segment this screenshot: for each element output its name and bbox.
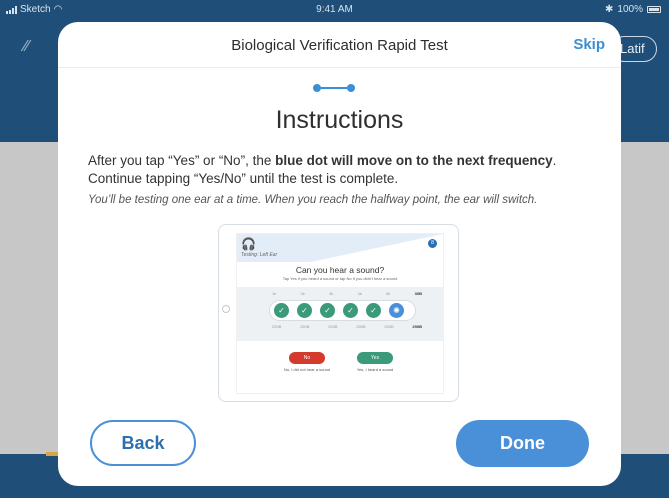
freq-label: 4k <box>357 291 362 296</box>
instruction-note: You’ll be testing one ear at a time. Whe… <box>88 194 538 206</box>
count-badge: 8 <box>428 239 437 248</box>
illustration-subtext: Tap Yes if you heard a sound or tap No i… <box>282 276 398 281</box>
freq-label-active: 250B <box>412 324 422 329</box>
profile-label: Latif <box>620 41 645 56</box>
modal-title: Biological Verification Rapid Test <box>231 37 448 54</box>
illustration-screen: 🎧 Testing: Left Ear 8 Can you hear a sou… <box>236 233 444 394</box>
modal-header: Biological Verification Rapid Test Skip <box>58 22 621 68</box>
bluetooth-icon: ✱ <box>605 4 614 15</box>
illustration-yes-button: Yes <box>357 352 393 364</box>
step-dot <box>347 84 355 92</box>
check-icon: ✓ <box>343 303 358 318</box>
battery-group: ✱ 100% <box>605 4 661 15</box>
freq-label: 250B <box>272 324 282 329</box>
headphones-icon: 🎧 <box>241 237 256 251</box>
instruction-emphasis: blue dot will move on to the next freque… <box>275 153 553 168</box>
status-time: 9:41 AM <box>316 4 353 15</box>
step-dot <box>313 84 321 92</box>
no-caption: No, I did not hear a sound <box>283 367 331 372</box>
instructions-modal: Biological Verification Rapid Test Skip … <box>58 22 621 486</box>
check-icon: ✓ <box>297 303 312 318</box>
freq-label: 250B <box>300 324 310 329</box>
tab-indicator <box>46 452 58 456</box>
no-signal-icon: ⁄⁄ <box>24 38 30 55</box>
check-icon: ✓ <box>274 303 289 318</box>
battery-label: 100% <box>617 4 643 15</box>
step-connector <box>321 87 347 89</box>
step-indicator <box>313 84 355 92</box>
freq-label-active: 30B <box>414 291 422 296</box>
freq-label: 250B <box>356 324 366 329</box>
frequency-bottom-labels: 250B 250B 250B 250B 250B 250B <box>272 324 422 329</box>
yes-caption: Yes, I heard a sound <box>356 367 394 372</box>
illustration-question: Can you hear a sound? <box>295 265 385 275</box>
check-icon: ✓ <box>320 303 335 318</box>
active-dot-icon: ✺ <box>389 303 404 318</box>
freq-label: 1k <box>272 291 277 296</box>
tablet-illustration: 🎧 Testing: Left Ear 8 Can you hear a sou… <box>218 224 459 402</box>
freq-label: 250B <box>328 324 338 329</box>
freq-label: 2k <box>300 291 305 296</box>
instruction-text: After you tap “Yes” or “No”, the blue do… <box>88 152 588 188</box>
instruction-part1: After you tap “Yes” or “No”, the <box>88 153 276 168</box>
skip-button[interactable]: Skip <box>573 36 605 53</box>
tablet-camera <box>222 305 230 313</box>
status-bar: Sketch ◠ 9:41 AM ✱ 100% <box>0 0 669 20</box>
illustration-no-button: No <box>289 352 325 364</box>
battery-icon <box>647 6 661 13</box>
freq-label: 3k <box>329 291 334 296</box>
frequency-top-labels: 1k 2k 3k 4k 5k 30B <box>272 291 422 296</box>
freq-label: 250B <box>384 324 394 329</box>
testing-label: Testing: Left Ear <box>241 252 278 258</box>
freq-label: 5k <box>386 291 391 296</box>
back-button[interactable]: Back <box>90 420 196 466</box>
check-icon: ✓ <box>366 303 381 318</box>
page-title: Instructions <box>275 106 404 134</box>
done-button[interactable]: Done <box>456 420 589 467</box>
